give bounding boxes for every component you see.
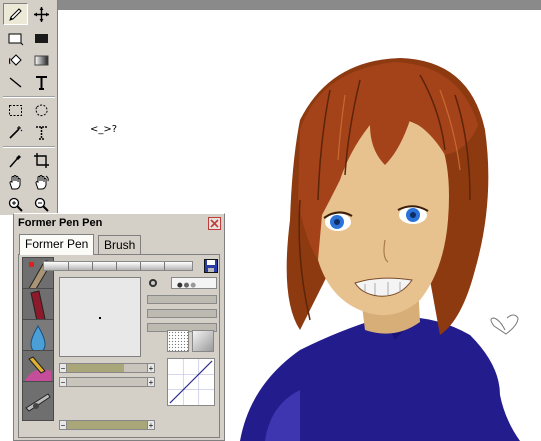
density-slider-fill xyxy=(60,364,124,372)
top-bar xyxy=(0,0,541,10)
gradient-icon xyxy=(34,55,49,65)
blend-decrease-button[interactable]: − xyxy=(59,377,67,387)
brush-shape-icon xyxy=(149,279,157,287)
zoom-out-icon xyxy=(34,197,49,212)
rect-fill-tool-button[interactable] xyxy=(29,27,54,49)
texture-slider[interactable]: − + xyxy=(59,420,155,430)
panel-close-button[interactable] xyxy=(208,217,221,230)
option-dropdown-2[interactable] xyxy=(147,309,217,318)
left-eye-pupil xyxy=(334,219,340,225)
zoom-in-tool-button[interactable] xyxy=(3,193,28,215)
texture-slider-fill xyxy=(60,421,152,429)
toolbox xyxy=(0,0,58,215)
tab-former-pen[interactable]: Former Pen xyxy=(19,234,95,255)
crop-icon xyxy=(34,152,49,168)
zoom-out-tool-button[interactable] xyxy=(29,193,54,215)
heart-doodle xyxy=(490,314,519,335)
brush-panel: Former Pen Pen Former Pen Brush − + − + … xyxy=(13,213,225,441)
rect-select-icon xyxy=(9,104,22,116)
blend-increase-button[interactable]: + xyxy=(147,377,155,387)
crop-tool-button[interactable] xyxy=(29,149,54,171)
brush-preview-dot xyxy=(99,317,101,319)
brush-tip-selector[interactable] xyxy=(171,277,217,289)
move-tool-button[interactable] xyxy=(29,3,54,25)
text-tool-button[interactable] xyxy=(29,71,54,93)
text-select-icon xyxy=(36,125,47,140)
tab-brush[interactable]: Brush xyxy=(98,235,142,255)
move-icon xyxy=(34,6,49,22)
hand-icon xyxy=(9,174,21,189)
canvas-note-text: <_>? xyxy=(90,124,118,135)
density-slider[interactable]: − + xyxy=(59,363,155,373)
text-icon xyxy=(36,75,47,90)
brush-shape-button[interactable] xyxy=(147,277,169,289)
portrait-drawing xyxy=(240,58,520,441)
texture-preview[interactable] xyxy=(167,330,189,352)
brush-airbrush-thumb[interactable] xyxy=(22,381,54,421)
magic-wand-icon xyxy=(9,125,23,139)
lasso-icon xyxy=(35,104,48,116)
size-bar[interactable] xyxy=(43,261,193,271)
texture-increase-button[interactable]: + xyxy=(147,420,155,430)
rect-select-tool-button[interactable] xyxy=(3,99,28,121)
option-dropdown-1[interactable] xyxy=(147,295,217,304)
density-decrease-button[interactable]: − xyxy=(59,363,67,373)
save-icon[interactable] xyxy=(204,259,218,273)
panel-title: Former Pen Pen xyxy=(18,217,103,229)
pen-tool-button[interactable] xyxy=(3,3,28,25)
rect-outline-tool-button[interactable] xyxy=(3,27,28,49)
brush-tip-icon xyxy=(177,282,196,288)
panel-tab-body: − + − + − + xyxy=(18,254,220,438)
lasso-tool-button[interactable] xyxy=(29,99,54,121)
airbrush-brush-icon xyxy=(23,382,53,420)
bucket-icon xyxy=(9,53,22,66)
toolbox-divider xyxy=(3,96,55,98)
magic-wand-tool-button[interactable] xyxy=(3,121,28,143)
right-eye-pupil xyxy=(410,212,416,218)
rotate-hand-tool-button[interactable] xyxy=(29,171,54,193)
hand-tool-button[interactable] xyxy=(3,171,28,193)
density-increase-button[interactable]: + xyxy=(147,363,155,373)
rotate-hand-icon xyxy=(35,174,49,189)
close-icon xyxy=(210,219,219,228)
line-tool-button[interactable] xyxy=(3,71,28,93)
line-icon xyxy=(9,76,22,88)
rect-fill-icon xyxy=(35,33,48,43)
eyedropper-tool-button[interactable] xyxy=(3,149,28,171)
blend-slider[interactable]: − + xyxy=(59,377,155,387)
eyedropper-icon xyxy=(9,154,21,167)
texture-decrease-button[interactable]: − xyxy=(59,420,67,430)
pressure-curve[interactable] xyxy=(167,358,215,406)
gradient-tool-button[interactable] xyxy=(29,49,54,71)
gradient-preview[interactable] xyxy=(192,330,214,352)
color-indicator xyxy=(29,262,34,267)
zoom-in-icon xyxy=(8,197,23,212)
brush-preview xyxy=(59,277,141,357)
bucket-tool-button[interactable] xyxy=(3,49,28,71)
rect-outline-icon xyxy=(8,33,24,45)
text-select-tool-button[interactable] xyxy=(29,121,54,143)
pen-icon xyxy=(9,7,22,21)
toolbox-divider xyxy=(3,146,55,148)
